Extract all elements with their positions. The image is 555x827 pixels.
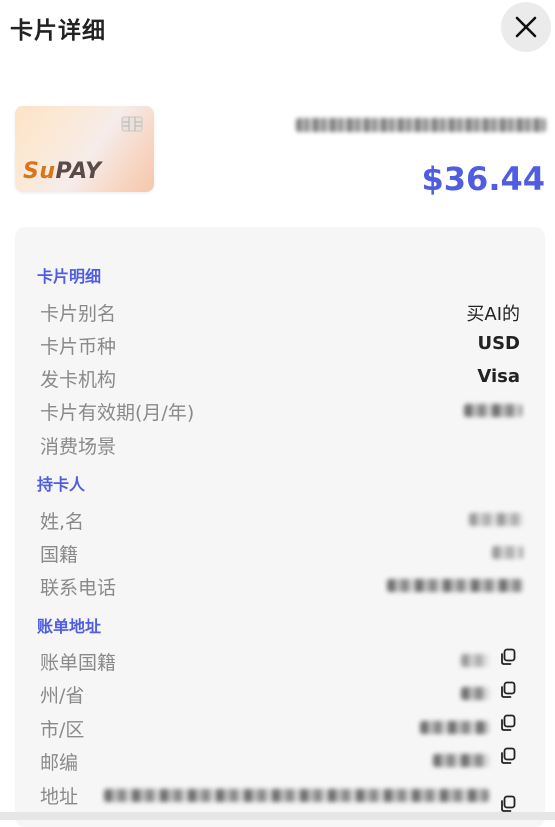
- row-label-phone: 联系电话: [40, 577, 117, 599]
- row-value-zip-redacted: [433, 754, 489, 767]
- row-label-state: 州/省: [40, 685, 85, 707]
- card-number-redacted: [296, 118, 546, 132]
- row-value-issuer: Visa: [477, 366, 520, 387]
- card-brand-logo: SuPAY: [23, 159, 102, 184]
- row-value-expiry-redacted: [464, 404, 522, 417]
- row-value-phone-redacted: [387, 579, 523, 592]
- header: 卡片详细: [0, 0, 555, 54]
- row-label-address: 地址: [40, 786, 79, 808]
- close-button[interactable]: [501, 2, 551, 52]
- copy-icon[interactable]: [499, 714, 517, 732]
- card-balance: $36.44: [421, 160, 545, 198]
- row-label-alias: 卡片别名: [40, 303, 117, 325]
- row-value-currency: USD: [477, 333, 520, 354]
- bottom-bar: [0, 812, 555, 820]
- row-label-billing-country: 账单国籍: [40, 652, 117, 674]
- card-image: SuPAY: [15, 106, 154, 192]
- copy-icon[interactable]: [499, 648, 517, 666]
- section-title-card-details: 卡片明细: [37, 267, 102, 286]
- row-label-nationality: 国籍: [40, 544, 79, 566]
- row-value-city-redacted: [420, 721, 489, 734]
- row-value-state-redacted: [461, 687, 489, 700]
- row-label-expiry: 卡片有效期(月/年): [40, 402, 195, 424]
- close-icon: [515, 16, 537, 38]
- copy-icon[interactable]: [499, 747, 517, 765]
- row-value-nationality-redacted: [492, 546, 523, 559]
- row-label-zip: 邮编: [40, 752, 79, 774]
- row-value-billing-country-redacted: [461, 654, 489, 667]
- page-title: 卡片详细: [10, 18, 106, 44]
- card-chip-icon: [121, 116, 143, 132]
- copy-icon[interactable]: [499, 795, 517, 813]
- row-value-address-redacted: [104, 789, 489, 802]
- row-value-name-redacted: [469, 513, 523, 526]
- copy-icon[interactable]: [499, 681, 517, 699]
- row-label-currency: 卡片币种: [40, 336, 117, 358]
- row-value-alias: 买AI的: [466, 304, 520, 325]
- row-label-name: 姓,名: [40, 511, 85, 533]
- row-label-usage: 消费场景: [40, 436, 117, 458]
- row-label-issuer: 发卡机构: [40, 369, 117, 391]
- row-label-city: 市/区: [40, 719, 85, 741]
- section-title-cardholder: 持卡人: [37, 475, 86, 494]
- section-title-billing: 账单地址: [37, 617, 102, 636]
